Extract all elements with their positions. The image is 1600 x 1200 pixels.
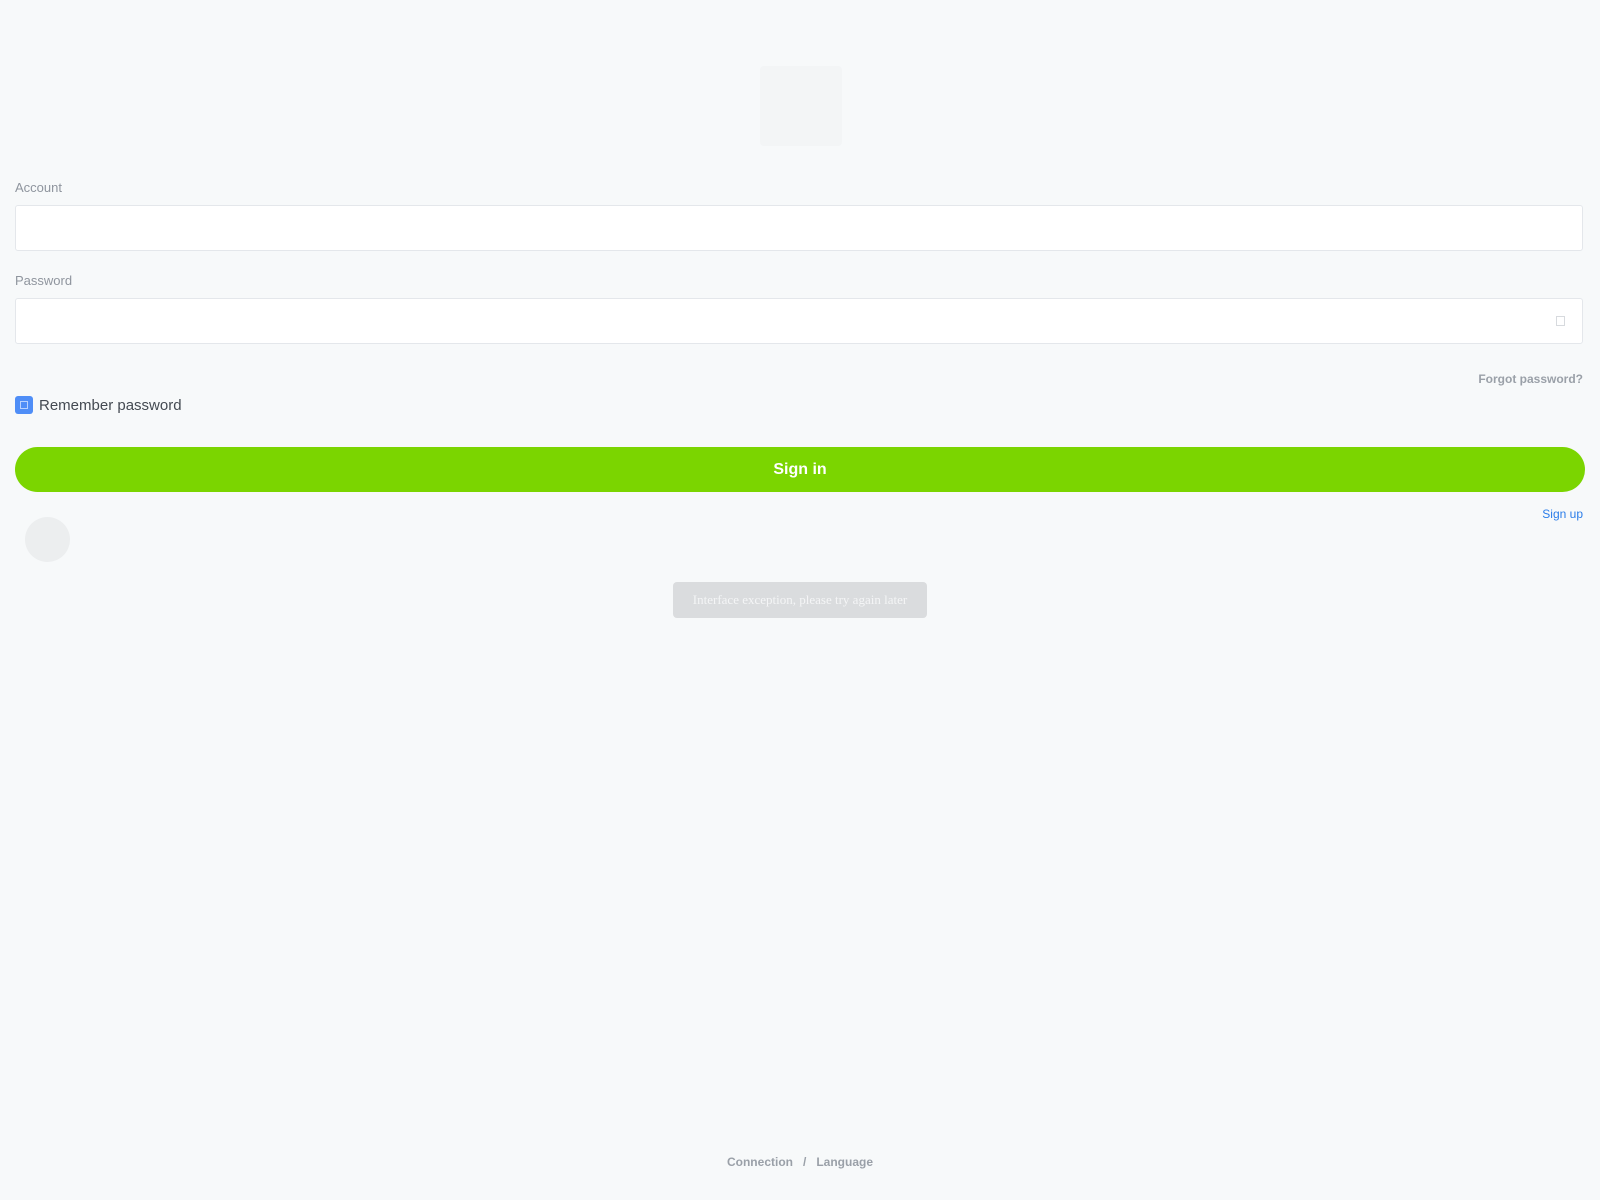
footer-separator: / — [802, 1155, 807, 1169]
avatar[interactable] — [25, 517, 70, 562]
language-link[interactable]: Language — [816, 1155, 873, 1169]
sign-in-button[interactable]: Sign in — [15, 447, 1585, 492]
sign-up-link[interactable]: Sign up — [1542, 507, 1583, 521]
account-field[interactable] — [15, 205, 1583, 251]
checkmark-icon — [20, 401, 28, 409]
error-toast: Interface exception, please try again la… — [673, 582, 927, 618]
remember-password-label: Remember password — [39, 396, 182, 414]
password-field[interactable] — [15, 298, 1583, 344]
remember-password-checkbox[interactable] — [15, 396, 33, 414]
password-input[interactable] — [16, 299, 1582, 343]
password-label: Password — [15, 273, 73, 288]
eye-icon[interactable] — [1556, 316, 1565, 326]
account-label: Account — [15, 180, 62, 195]
forgot-password-link[interactable]: Forgot password? — [1478, 372, 1583, 386]
footer: Connection / Language — [0, 1155, 1600, 1169]
connection-link[interactable]: Connection — [727, 1155, 793, 1169]
remember-password-toggle[interactable]: Remember password — [15, 396, 182, 414]
account-input[interactable] — [16, 206, 1582, 250]
app-logo — [760, 66, 842, 146]
